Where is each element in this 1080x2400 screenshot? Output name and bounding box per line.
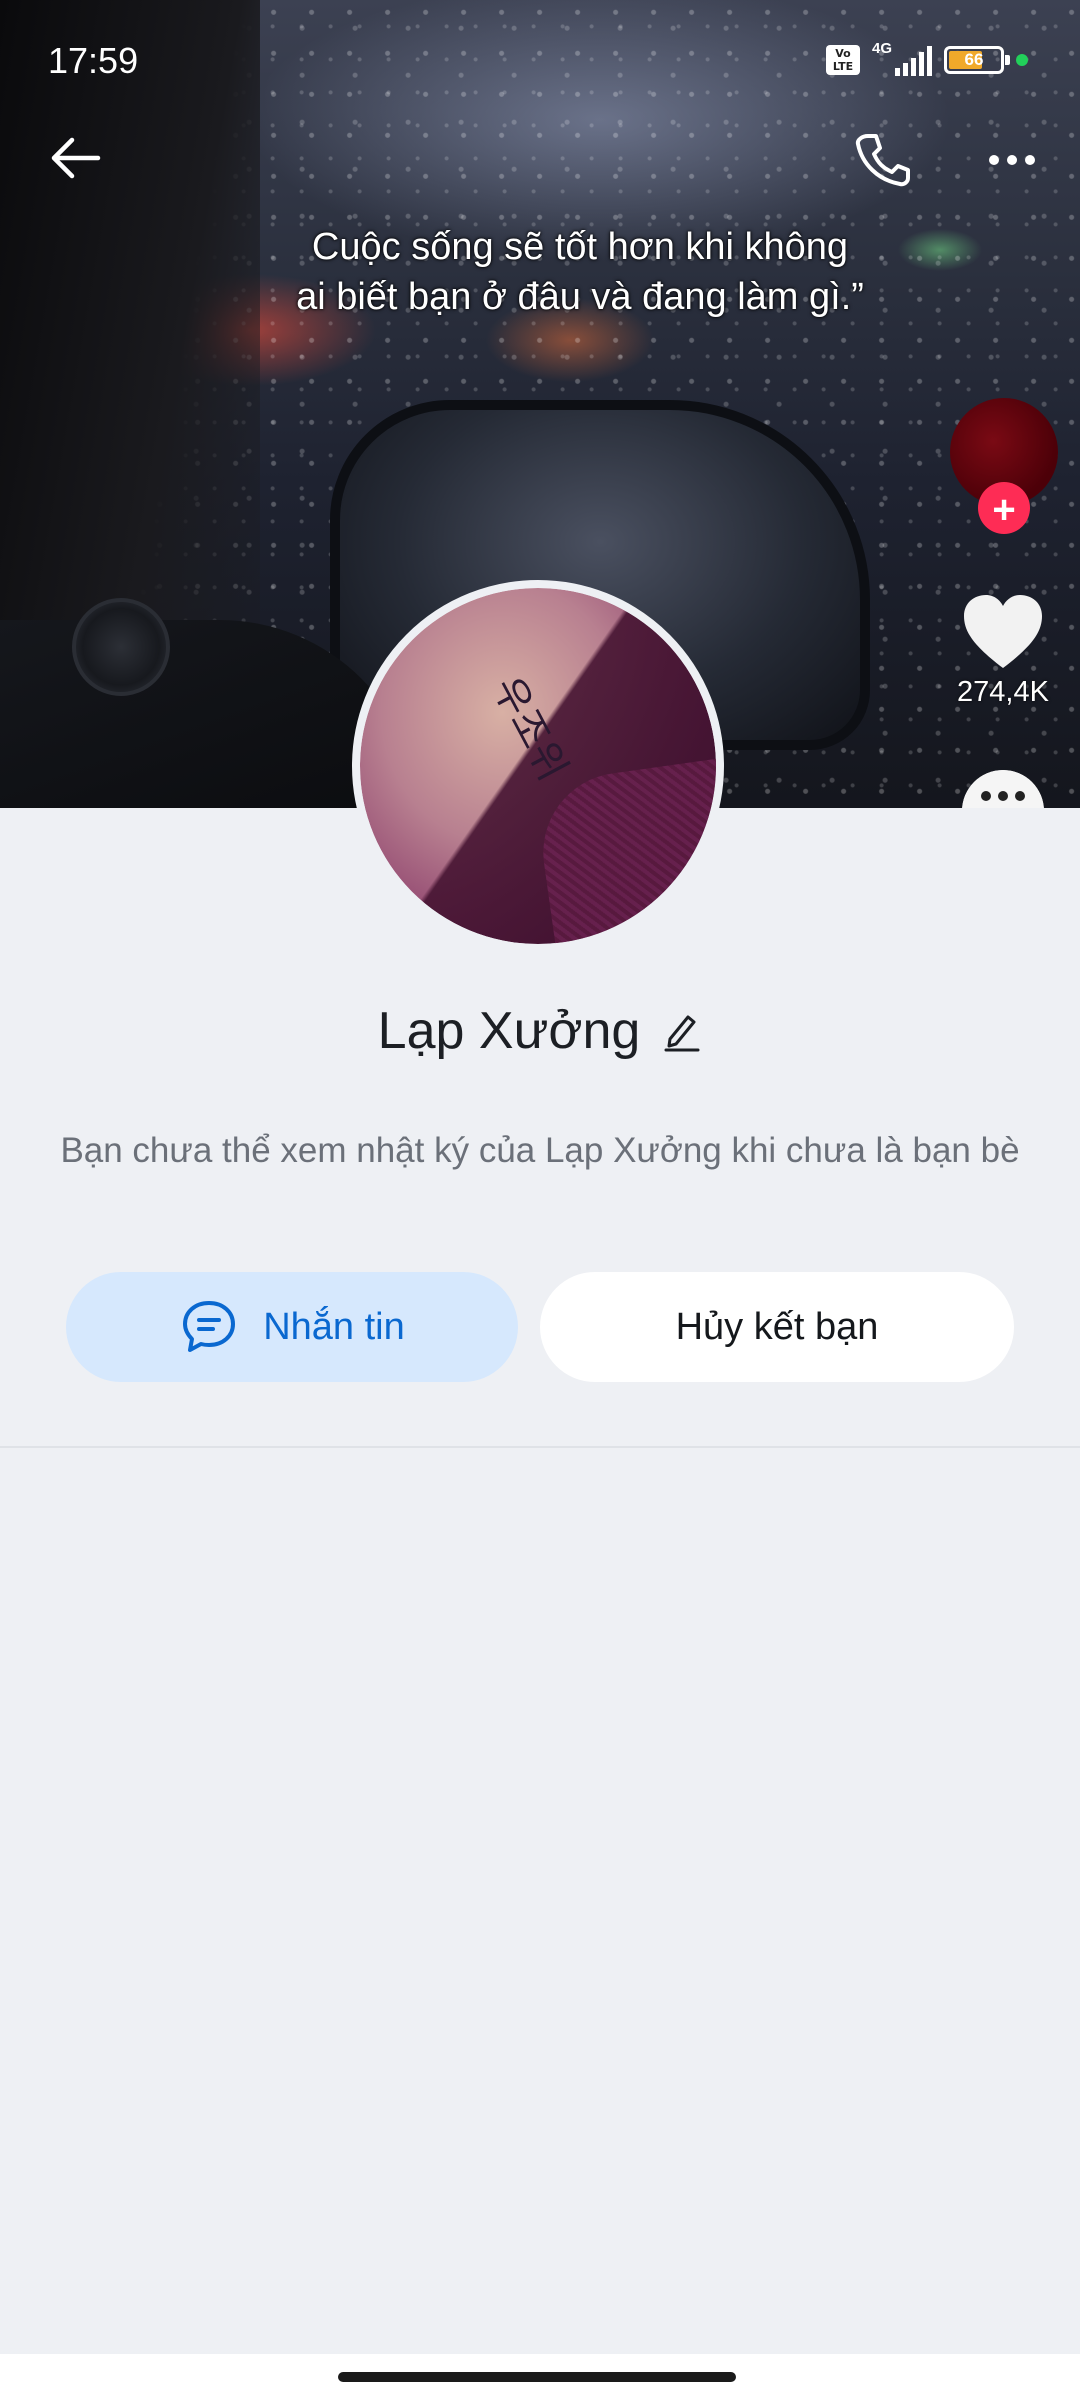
status-bar: 17:59 Vo LTE 4G 66 <box>0 0 1080 120</box>
heart-icon[interactable] <box>960 592 1046 672</box>
car-speaker <box>72 598 170 696</box>
privacy-notice: Bạn chưa thể xem nhật ký của Lạp Xưởng k… <box>60 1131 1020 1170</box>
battery-icon: 66 <box>944 46 1010 74</box>
section-divider <box>0 1446 1080 1448</box>
signal-icon: 4G <box>872 40 932 76</box>
cover-quote: Cuộc sống sẽ tốt hơn khi không ai biết b… <box>296 226 864 318</box>
chat-bubble-icon <box>183 1301 236 1352</box>
status-time: 17:59 <box>48 40 139 81</box>
battery-percent: 66 <box>964 50 984 69</box>
status-icons: Vo LTE 4G 66 <box>826 40 1028 76</box>
home-indicator[interactable] <box>338 2372 736 2382</box>
volte-icon: Vo LTE <box>826 45 860 75</box>
phone-icon[interactable] <box>850 128 914 192</box>
profile-name-row: Lạp Xưởng <box>0 996 1080 1066</box>
profile-avatar[interactable]: 우조위 <box>352 580 724 952</box>
privacy-indicator-dot <box>1016 54 1028 66</box>
unfriend-button-label: Hủy kết bạn <box>675 1305 879 1348</box>
message-button[interactable]: Nhắn tin <box>66 1272 518 1382</box>
follow-plus-button[interactable]: + <box>978 482 1030 534</box>
more-horizontal-icon[interactable] <box>980 128 1044 192</box>
message-button-label: Nhắn tin <box>263 1305 405 1348</box>
network-type: 4G <box>872 40 893 57</box>
like-count: 274,4K <box>957 676 1049 708</box>
profile-name: Lạp Xưởng <box>377 1002 641 1060</box>
pencil-icon[interactable] <box>662 1009 702 1053</box>
arrow-left-icon[interactable] <box>44 128 108 192</box>
unfriend-button[interactable]: Hủy kết bạn <box>540 1272 1014 1382</box>
